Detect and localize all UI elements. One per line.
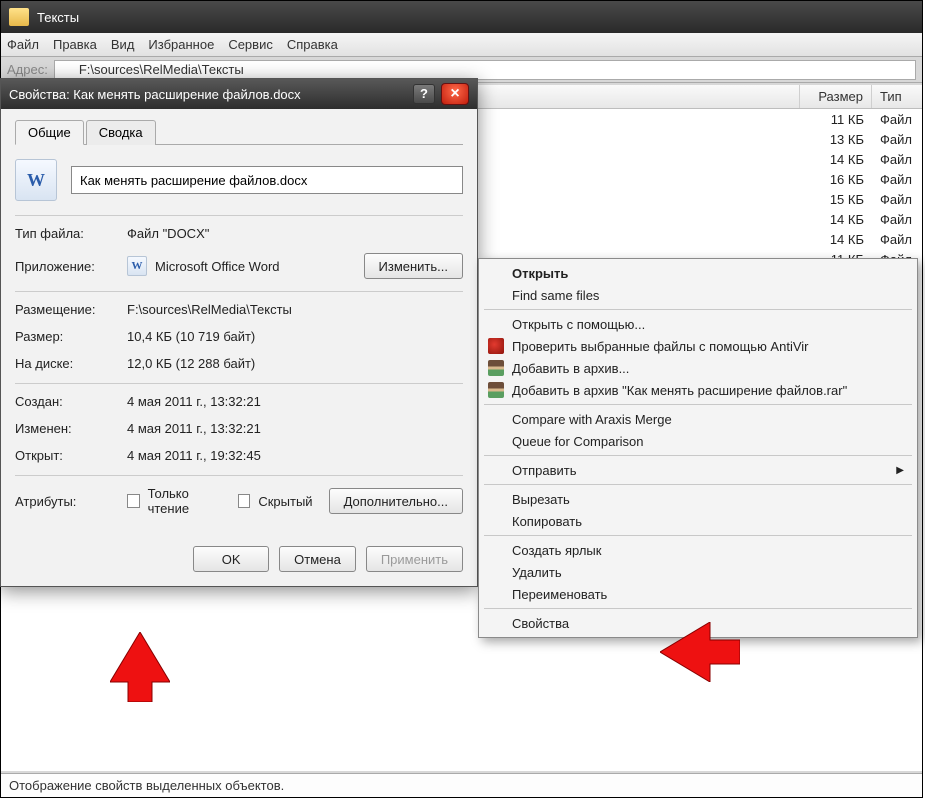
dialog-title: Свойства: Как менять расширение файлов.d… bbox=[9, 87, 301, 102]
ctx-shortcut[interactable]: Создать ярлык bbox=[482, 539, 914, 561]
antivir-icon bbox=[488, 338, 504, 354]
tab-summary[interactable]: Сводка bbox=[86, 120, 156, 145]
hidden-checkbox[interactable] bbox=[238, 494, 251, 508]
ctx-send-to[interactable]: Отправить▶ bbox=[482, 459, 914, 481]
menu-edit[interactable]: Правка bbox=[53, 37, 97, 52]
col-size-header[interactable]: Размер bbox=[800, 85, 872, 108]
dialog-titlebar[interactable]: Свойства: Как менять расширение файлов.d… bbox=[1, 79, 477, 109]
app-label: Приложение: bbox=[15, 259, 127, 274]
ctx-open[interactable]: Открыть bbox=[482, 262, 914, 284]
filetype-value: Файл "DOCX" bbox=[127, 226, 463, 241]
hidden-label: Скрытый bbox=[258, 494, 312, 509]
menu-help[interactable]: Справка bbox=[287, 37, 338, 52]
ctx-delete[interactable]: Удалить bbox=[482, 561, 914, 583]
modified-value: 4 мая 2011 г., 13:32:21 bbox=[127, 421, 463, 436]
explorer-titlebar[interactable]: Тексты bbox=[1, 1, 922, 33]
ok-button[interactable]: OK bbox=[193, 546, 269, 572]
ctx-add-archive[interactable]: Добавить в архив... bbox=[482, 357, 914, 379]
size-value: 10,4 КБ (10 719 байт) bbox=[127, 329, 463, 344]
folder-icon bbox=[59, 63, 75, 77]
advanced-button[interactable]: Дополнительно... bbox=[329, 488, 463, 514]
address-field[interactable]: F:\sources\RelMedia\Тексты bbox=[54, 60, 916, 80]
menu-tools[interactable]: Сервис bbox=[228, 37, 273, 52]
annotation-arrow-icon bbox=[660, 622, 740, 682]
created-label: Создан: bbox=[15, 394, 127, 409]
app-value: Microsoft Office Word bbox=[155, 259, 280, 274]
tab-general[interactable]: Общие bbox=[15, 120, 84, 145]
menu-favorites[interactable]: Избранное bbox=[148, 37, 214, 52]
properties-dialog: Свойства: Как менять расширение файлов.d… bbox=[0, 78, 478, 587]
annotation-arrow-icon bbox=[110, 632, 170, 702]
address-label: Адрес: bbox=[7, 62, 48, 77]
readonly-checkbox[interactable] bbox=[127, 494, 140, 508]
attributes-label: Атрибуты: bbox=[15, 494, 127, 509]
rar-icon bbox=[488, 360, 504, 376]
context-menu: Открыть Find same files Открыть с помощь… bbox=[478, 258, 918, 638]
accessed-value: 4 мая 2011 г., 19:32:45 bbox=[127, 448, 463, 463]
readonly-label: Только чтение bbox=[148, 486, 224, 516]
word-icon: W bbox=[15, 159, 57, 201]
menu-view[interactable]: Вид bbox=[111, 37, 135, 52]
ctx-rename[interactable]: Переименовать bbox=[482, 583, 914, 605]
col-type-header[interactable]: Тип bbox=[872, 85, 922, 108]
chevron-right-icon: ▶ bbox=[896, 465, 904, 476]
menubar: Файл Правка Вид Избранное Сервис Справка bbox=[1, 33, 922, 57]
accessed-label: Открыт: bbox=[15, 448, 127, 463]
apply-button[interactable]: Применить bbox=[366, 546, 463, 572]
modified-label: Изменен: bbox=[15, 421, 127, 436]
explorer-title: Тексты bbox=[37, 10, 79, 25]
close-button[interactable]: × bbox=[441, 83, 469, 105]
filetype-label: Тип файла: bbox=[15, 226, 127, 241]
ctx-antivir[interactable]: Проверить выбранные файлы с помощью Anti… bbox=[482, 335, 914, 357]
ctx-add-archive-named[interactable]: Добавить в архив "Как менять расширение … bbox=[482, 379, 914, 401]
folder-icon bbox=[9, 8, 29, 26]
address-text: F:\sources\RelMedia\Тексты bbox=[79, 62, 244, 77]
menu-file[interactable]: Файл bbox=[7, 37, 39, 52]
dialog-footer: OK Отмена Применить bbox=[15, 546, 463, 572]
status-text: Отображение свойств выделенных объектов. bbox=[9, 778, 284, 793]
rar-icon bbox=[488, 382, 504, 398]
ctx-cut[interactable]: Вырезать bbox=[482, 488, 914, 510]
location-label: Размещение: bbox=[15, 302, 127, 317]
status-bar: Отображение свойств выделенных объектов. bbox=[1, 773, 922, 797]
help-button[interactable]: ? bbox=[413, 84, 435, 104]
created-value: 4 мая 2011 г., 13:32:21 bbox=[127, 394, 463, 409]
ondisk-value: 12,0 КБ (12 288 байт) bbox=[127, 356, 463, 371]
location-value: F:\sources\RelMedia\Тексты bbox=[127, 302, 463, 317]
ondisk-label: На диске: bbox=[15, 356, 127, 371]
word-icon: W bbox=[127, 256, 147, 276]
ctx-open-with[interactable]: Открыть с помощью... bbox=[482, 313, 914, 335]
filename-input[interactable]: Как менять расширение файлов.docx bbox=[71, 166, 463, 194]
tab-strip: Общие Сводка bbox=[15, 119, 463, 145]
size-label: Размер: bbox=[15, 329, 127, 344]
ctx-copy[interactable]: Копировать bbox=[482, 510, 914, 532]
ctx-find-same[interactable]: Find same files bbox=[482, 284, 914, 306]
cancel-button[interactable]: Отмена bbox=[279, 546, 356, 572]
ctx-queue-compare[interactable]: Queue for Comparison bbox=[482, 430, 914, 452]
change-button[interactable]: Изменить... bbox=[364, 253, 463, 279]
ctx-compare-araxis[interactable]: Compare with Araxis Merge bbox=[482, 408, 914, 430]
